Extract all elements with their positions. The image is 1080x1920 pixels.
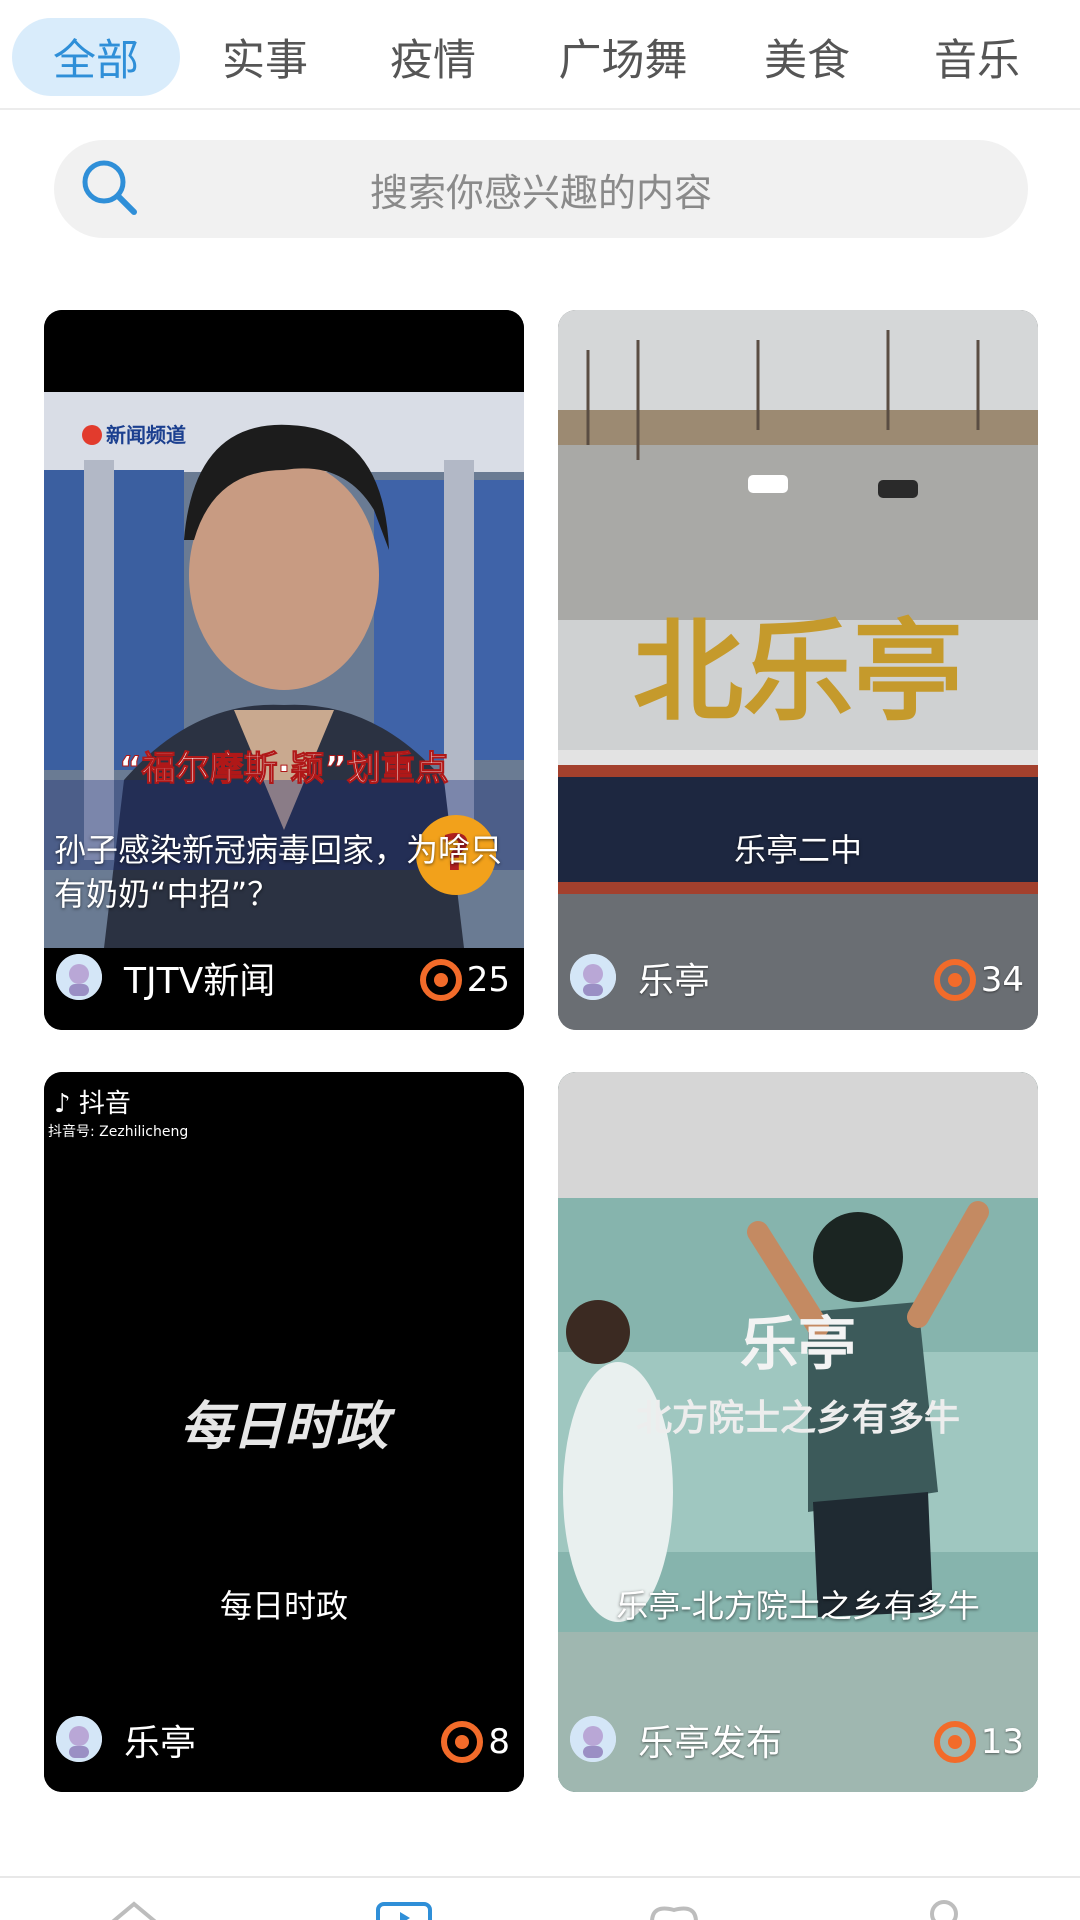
svg-text:乐亭: 乐亭 [740, 1310, 856, 1378]
views-icon [419, 959, 462, 1001]
author-name: 乐亭 [124, 1723, 197, 1764]
svg-text:新闻频道: 新闻频道 [106, 423, 186, 447]
view-count: 13 [933, 1720, 1024, 1764]
video-title: 乐亭-北方院士之乡有多牛 [616, 1587, 980, 1625]
search-placeholder: 搜索你感兴趣的内容 [369, 170, 712, 215]
home-icon[interactable] [104, 1898, 164, 1920]
svg-text:抖音号: Zezhilicheng: 抖音号: Zezhilicheng [48, 1123, 188, 1140]
video-thumbnail: 北乐亭 [558, 310, 1038, 1030]
view-count: 34 [933, 958, 1024, 1002]
svg-text:北方院士之乡有多牛: 北方院士之乡有多牛 [636, 1397, 960, 1439]
video-card[interactable]: 北乐亭 乐亭二中 乐亭 34 [558, 310, 1038, 1030]
video-meta: 乐亭 34 [558, 948, 1038, 1030]
video-card[interactable]: 每日时政 ♪ 抖音 抖音号: Zezhilicheng 每日时政 乐亭 8 [44, 1072, 524, 1792]
heart-icon[interactable] [644, 1898, 704, 1920]
avatar [56, 1716, 102, 1762]
author-name: 乐亭发布 [638, 1723, 783, 1764]
search-bar[interactable]: 搜索你感兴趣的内容 [54, 140, 1028, 238]
profile-icon[interactable] [914, 1898, 974, 1920]
views-icon [933, 959, 976, 1001]
video-card[interactable]: 乐亭 北方院士之乡有多牛 乐亭-北方院士之乡有多牛 乐亭发布 13 [558, 1072, 1038, 1792]
svg-text:北乐亭: 北乐亭 [633, 607, 963, 736]
video-title: 孙子感染新冠病毒回家，为啥只有奶奶“中招”？ [54, 831, 503, 913]
view-count: 25 [419, 958, 510, 1002]
video-card[interactable]: “福尔摩斯·颖”划重点 ? 新闻频道 孙子感染新冠病毒回家，为啥只有奶奶“中招”… [44, 310, 524, 1030]
video-title: 每日时政 [219, 1587, 348, 1625]
view-count: 8 [440, 1720, 510, 1764]
video-icon[interactable] [374, 1898, 434, 1920]
video-meta: TJTV新闻 25 [44, 948, 524, 1030]
tab-epidemic[interactable]: 疫情 [368, 18, 498, 96]
tab-current-affairs[interactable]: 实事 [200, 18, 330, 96]
tab-square-dance[interactable]: 广场舞 [538, 18, 708, 96]
tab-food[interactable]: 美食 [742, 18, 872, 96]
category-tabs: 全部 实事 疫情 广场舞 美食 音乐 [0, 0, 1080, 110]
video-thumbnail: “福尔摩斯·颖”划重点 ? 新闻频道 [44, 310, 524, 1030]
views-icon [441, 1721, 484, 1763]
avatar [570, 954, 616, 1000]
page: 全部 实事 疫情 广场舞 美食 音乐 搜索你感兴趣的内容 “福尔摩斯·颖”划重点… [0, 0, 1080, 1920]
video-meta: 乐亭发布 13 [558, 1710, 1038, 1792]
svg-text:♪ 抖音: ♪ 抖音 [54, 1089, 131, 1119]
author-name: 乐亭 [638, 961, 711, 1002]
avatar [56, 954, 102, 1000]
svg-text:每日时政: 每日时政 [180, 1396, 396, 1457]
bottom-nav [0, 1876, 1080, 1920]
avatar [570, 1716, 616, 1762]
video-meta: 乐亭 8 [44, 1710, 524, 1792]
svg-text:“福尔摩斯·颖”划重点: “福尔摩斯·颖”划重点 [119, 749, 449, 789]
tab-music[interactable]: 音乐 [912, 18, 1042, 96]
views-icon [933, 1721, 976, 1763]
video-thumbnail: 乐亭 北方院士之乡有多牛 [558, 1072, 1038, 1792]
video-title: 乐亭二中 [733, 831, 862, 869]
tab-all[interactable]: 全部 [12, 18, 180, 96]
author-name: TJTV新闻 [124, 961, 276, 1002]
video-thumbnail: 每日时政 ♪ 抖音 抖音号: Zezhilicheng [44, 1072, 524, 1792]
